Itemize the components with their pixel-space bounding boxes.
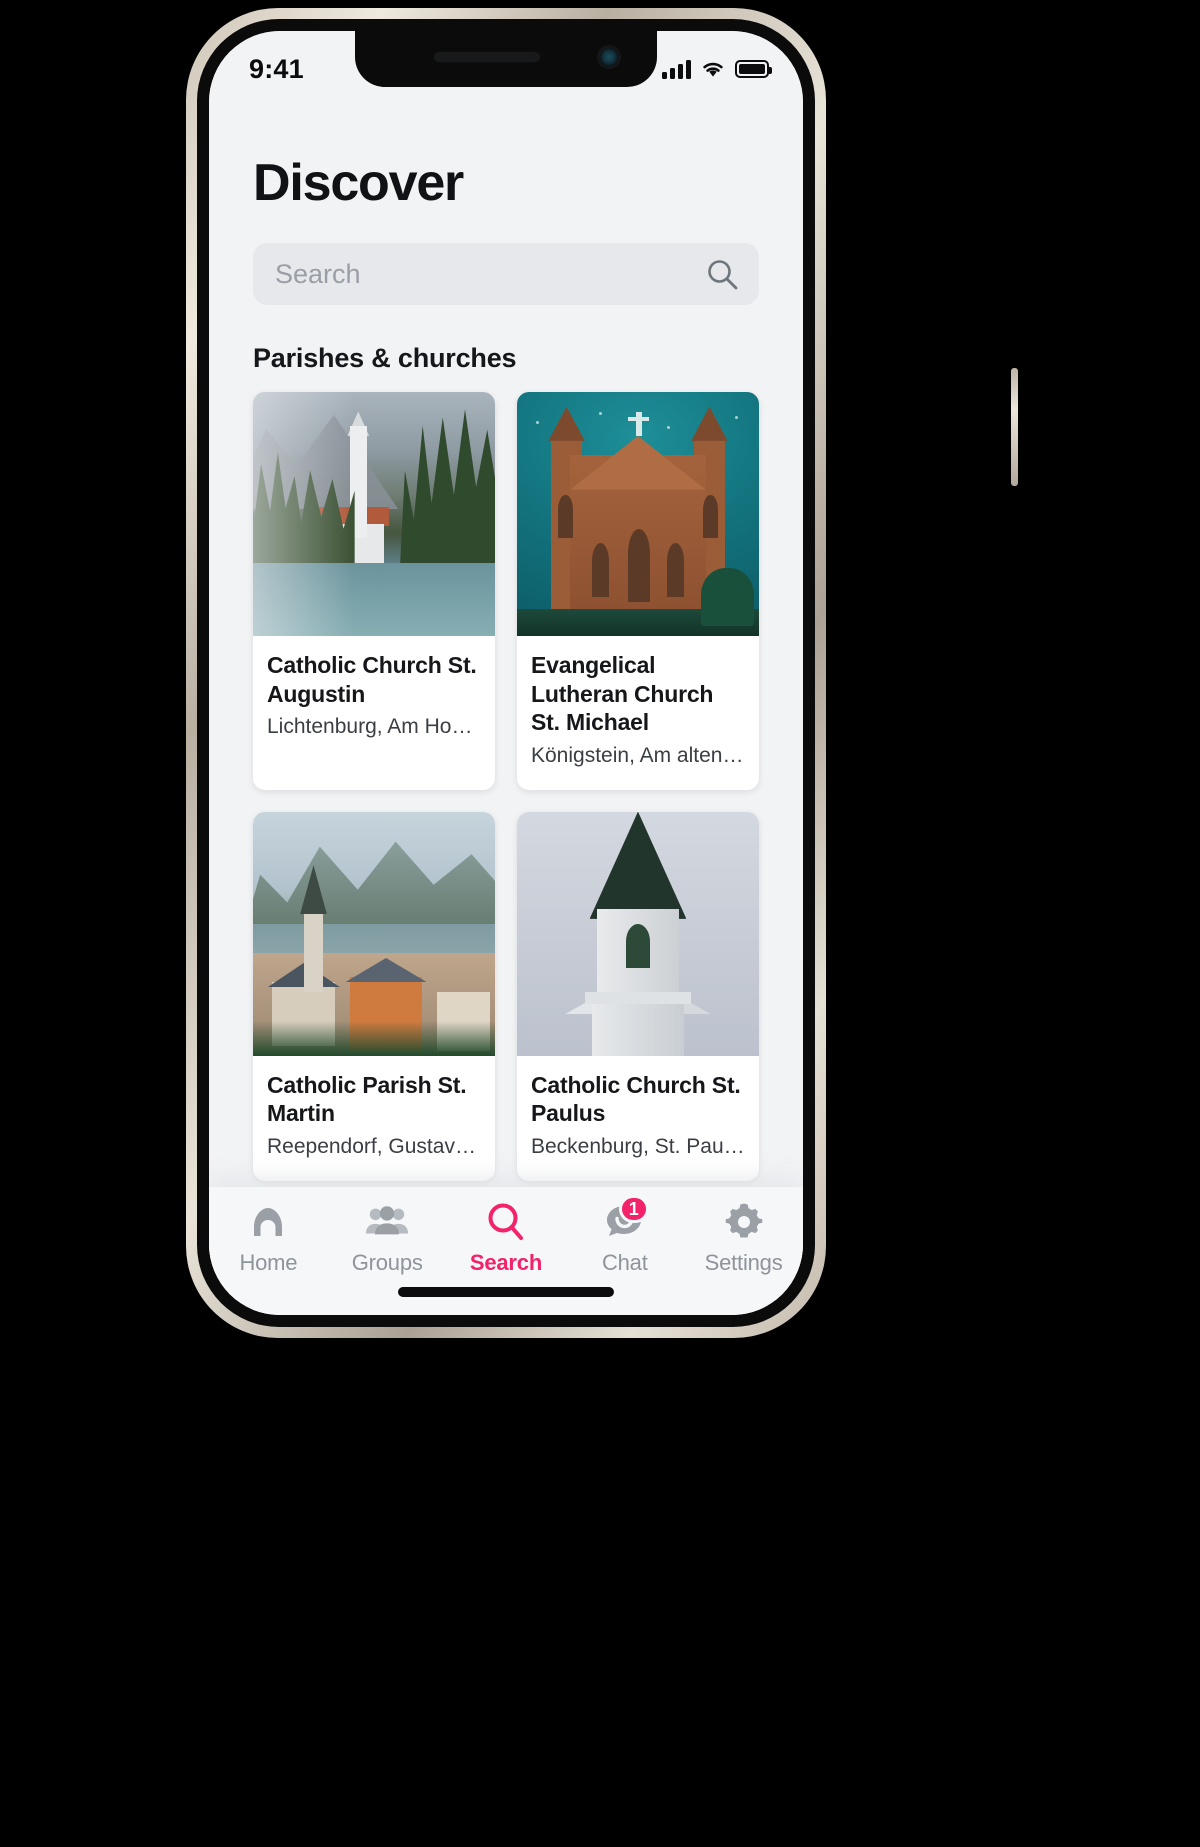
lake-church-photo [253, 392, 495, 636]
tab-label: Settings [704, 1250, 783, 1275]
search-icon[interactable] [484, 1201, 528, 1243]
parish-card[interactable]: Catholic Parish St. Martin Reependorf, G… [253, 811, 495, 1181]
card-title: Catholic Parish St. Martin [267, 1071, 467, 1127]
parish-card[interactable]: Catholic Church St. Paulus Beckenburg, S… [517, 811, 759, 1181]
tab-label: Chat [601, 1250, 648, 1275]
card-photo [253, 811, 495, 1056]
device-bezel: 9:41 Discover Search Parishes & churches… [197, 19, 815, 1327]
home-indicator[interactable] [398, 1287, 614, 1297]
search-input[interactable] [275, 258, 737, 290]
phone-screen: 9:41 Discover Search Parishes & churches… [209, 31, 803, 1315]
card-body: Catholic Parish St. Martin Reependorf, G… [253, 1056, 495, 1181]
card-title: Catholic Church St. Paulus [531, 1071, 741, 1127]
tab-label: Groups [351, 1250, 423, 1275]
card-body: Catholic Church St. Augustin Lichtenburg… [253, 636, 495, 761]
alpine-village-photo [253, 811, 495, 1056]
parish-card[interactable]: Evangelical Lutheran Church St. Michael … [517, 392, 759, 790]
card-photo [253, 392, 495, 636]
status-bar-time: 9:41 [249, 53, 304, 84]
tab-settings[interactable]: Settings [684, 1201, 803, 1276]
page-title: Discover [253, 154, 464, 212]
tab-chat[interactable]: 1 Chat [565, 1195, 684, 1276]
wifi-icon [703, 62, 723, 77]
parish-card-grid: Catholic Church St. Augustin Lichtenburg… [233, 392, 779, 1187]
card-title: Catholic Church St. Augustin [267, 652, 477, 707]
card-body: Catholic Church St. Paulus Beckenburg, S… [517, 1056, 759, 1181]
screenshot-stage: 9:41 Discover Search Parishes & churches… [0, 0, 1200, 1847]
power-button[interactable] [1011, 368, 1018, 486]
tab-home[interactable]: Home [209, 1201, 328, 1276]
home-icon[interactable] [246, 1201, 290, 1243]
phone-device: 9:41 Discover Search Parishes & churches… [186, 8, 1018, 1338]
card-subtitle: Königstein, Am alten … [531, 743, 745, 767]
white-steeple-photo [517, 811, 759, 1056]
card-subtitle: Lichtenburg, Am Hohenst… [267, 715, 481, 739]
card-subtitle: Reependorf, Gustav-… [267, 1134, 481, 1158]
gothic-church-photo [517, 392, 759, 636]
search-icon[interactable] [705, 257, 739, 291]
chat-unread-badge: 1 [618, 1195, 649, 1223]
parish-card[interactable]: Catholic Church St. Augustin Lichtenburg… [253, 392, 495, 790]
battery-full-icon [735, 60, 772, 78]
section-title-parishes: Parishes & churches [253, 343, 517, 373]
status-bar-indicators [662, 59, 772, 79]
card-title: Evangelical Lutheran Church St. Michael [531, 652, 714, 736]
tab-label: Home [239, 1250, 298, 1275]
search-bar[interactable] [253, 243, 759, 305]
card-photo [517, 811, 759, 1056]
chat-icon[interactable]: 1 [603, 1195, 649, 1243]
tab-search[interactable]: Search [447, 1201, 566, 1276]
status-bar: 9:41 [209, 31, 803, 93]
tab-groups[interactable]: Groups [328, 1201, 447, 1276]
card-subtitle: Beckenburg, St. Paulus… [531, 1134, 745, 1158]
tab-label: Search [469, 1250, 543, 1275]
discover-scroll-area[interactable]: Discover Parishes & churches [209, 31, 803, 1187]
groups-icon[interactable] [365, 1201, 409, 1243]
cellular-signal-icon [662, 59, 691, 79]
gear-icon[interactable] [722, 1201, 766, 1243]
app-root: Discover Parishes & churches [209, 31, 803, 1315]
card-body: Evangelical Lutheran Church St. Michael … [517, 636, 759, 790]
card-photo [517, 392, 759, 636]
